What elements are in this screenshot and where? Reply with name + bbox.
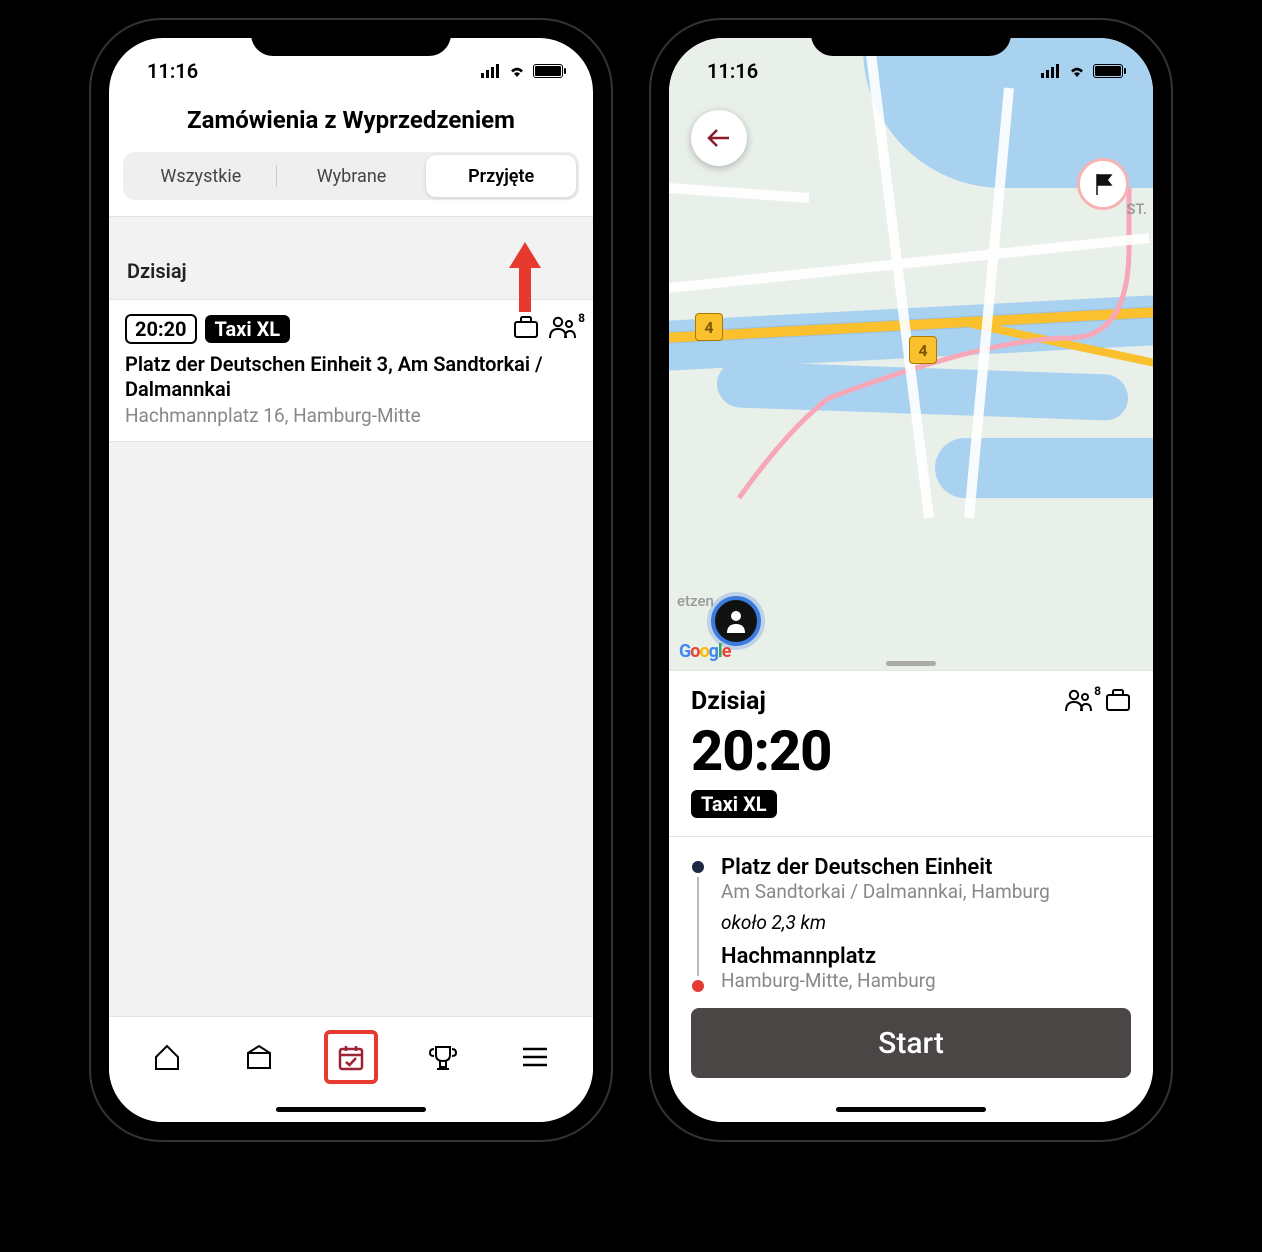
signal-icon <box>481 64 501 78</box>
trophy-icon <box>428 1043 458 1071</box>
destination-sub: Hamburg-Mitte, Hamburg <box>721 969 1131 992</box>
filter-segmented-control: Wszystkie Wybrane Przyjęte <box>123 152 579 200</box>
passengers-icon: 8 <box>549 315 577 343</box>
route-stops: Platz der Deutschen Einheit Am Sandtorka… <box>691 855 1131 992</box>
tab-all[interactable]: Wszystkie <box>126 155 276 197</box>
destination-dot-icon <box>692 980 704 992</box>
road-shield: 4 <box>909 336 937 364</box>
order-type-badge: Taxi XL <box>205 315 291 343</box>
ride-details-sheet[interactable]: Dzisiaj 8 20:20 Taxi XL <box>669 670 1153 1096</box>
status-time: 11:16 <box>707 59 758 83</box>
phone-left: 11:16 Zamówienia z Wyprzedzeniem Wszystk… <box>91 20 611 1140</box>
screen-left: 11:16 Zamówienia z Wyprzedzeniem Wszystk… <box>109 38 593 1122</box>
luggage-icon <box>513 315 539 339</box>
signal-icon <box>1041 64 1061 78</box>
sheet-day-label: Dzisiaj <box>691 687 766 716</box>
nav-home[interactable] <box>140 1030 194 1084</box>
ride-type-badge: Taxi XL <box>691 790 777 818</box>
home-indicator <box>109 1096 593 1122</box>
page-title: Zamówienia z Wyprzedzeniem <box>109 92 593 152</box>
passengers-icon: 8 <box>1065 688 1093 716</box>
origin-dot-icon <box>692 861 704 873</box>
tab-accepted[interactable]: Przyjęte <box>426 155 576 197</box>
annotation-arrow-icon <box>507 242 543 312</box>
origin-marker[interactable] <box>711 596 761 646</box>
origin-stop: Platz der Deutschen Einheit Am Sandtorka… <box>721 855 1131 903</box>
phone-right: 11:16 4 4 etzen ST. <box>651 20 1171 1140</box>
map-view[interactable]: 11:16 4 4 etzen ST. <box>669 38 1153 670</box>
order-time-badge: 20:20 <box>125 314 197 344</box>
order-pickup: Platz der Deutschen Einheit 3, Am Sandto… <box>125 352 577 402</box>
home-icon <box>152 1043 182 1071</box>
destination-name: Hachmannplatz <box>721 944 1131 969</box>
arrow-left-icon <box>707 128 731 148</box>
nav-trophy[interactable] <box>416 1030 470 1084</box>
destination-stop: Hachmannplatz Hamburg-Mitte, Hamburg <box>721 944 1131 992</box>
home-indicator <box>669 1096 1153 1122</box>
screen-right: 11:16 4 4 etzen ST. <box>669 38 1153 1122</box>
order-dropoff: Hachmannplatz 16, Hamburg-Mitte <box>125 404 577 427</box>
person-icon <box>722 607 750 635</box>
ride-time: 20:20 <box>691 718 1131 784</box>
nav-wallet[interactable] <box>232 1030 286 1084</box>
origin-sub: Am Sandtorkai / Dalmannkai, Hamburg <box>721 880 1131 903</box>
status-time: 11:16 <box>147 59 198 83</box>
order-card[interactable]: 20:20 Taxi XL 8 Platz der Deutschen Einh… <box>109 299 593 442</box>
distance-approx: około 2,3 km <box>721 911 1131 934</box>
map-place-label: etzen <box>677 592 714 610</box>
wifi-icon <box>1067 64 1087 78</box>
bottom-nav <box>109 1016 593 1096</box>
wallet-icon <box>244 1043 274 1071</box>
flag-icon <box>1090 171 1116 197</box>
luggage-icon <box>1105 688 1131 712</box>
map-place-label: ST. <box>1126 200 1147 218</box>
destination-marker[interactable] <box>1077 158 1129 210</box>
status-bar: 11:16 <box>109 38 593 92</box>
status-bar: 11:16 <box>669 38 1153 92</box>
drag-handle[interactable] <box>886 661 936 666</box>
road-shield: 4 <box>695 313 723 341</box>
nav-calendar[interactable] <box>324 1030 378 1084</box>
menu-icon <box>521 1046 549 1068</box>
status-icons <box>1041 64 1123 78</box>
passenger-count: 8 <box>578 311 585 325</box>
battery-icon <box>1093 64 1123 78</box>
battery-icon <box>533 64 563 78</box>
google-logo: Google <box>679 641 730 662</box>
nav-menu[interactable] <box>508 1030 562 1084</box>
calendar-check-icon <box>336 1043 366 1071</box>
start-button[interactable]: Start <box>691 1008 1131 1078</box>
orders-list[interactable]: Dzisiaj 20:20 Taxi XL 8 Platz der Deutsc… <box>109 216 593 1016</box>
origin-name: Platz der Deutschen Einheit <box>721 855 1131 880</box>
passenger-count: 8 <box>1094 684 1101 698</box>
back-button[interactable] <box>691 110 747 166</box>
tab-selected[interactable]: Wybrane <box>277 155 427 197</box>
status-icons <box>481 64 563 78</box>
wifi-icon <box>507 64 527 78</box>
